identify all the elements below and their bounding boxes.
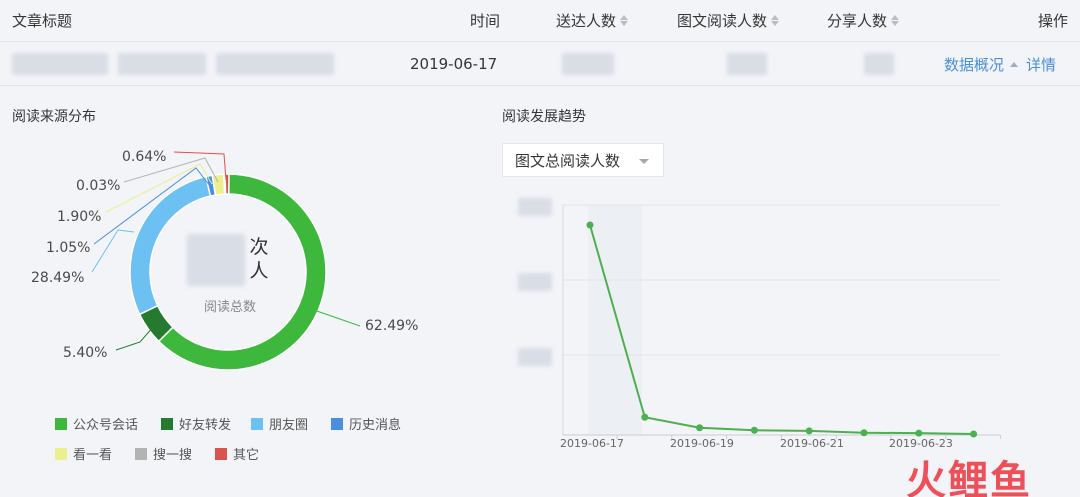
y-tick-redacted: [518, 348, 552, 366]
sort-icon[interactable]: [891, 15, 900, 26]
leader-line: [313, 309, 361, 327]
legend-item[interactable]: 其它: [215, 444, 259, 463]
row-shares-redacted: [864, 43, 894, 85]
data-point[interactable]: [641, 413, 649, 421]
legend-item[interactable]: 公众号会话: [55, 414, 138, 433]
row-date: 2019-06-17: [410, 55, 498, 73]
data-point[interactable]: [860, 429, 868, 437]
y-tick-redacted: [518, 273, 552, 291]
series-line: [589, 224, 974, 435]
legend-item[interactable]: 看一看: [55, 444, 112, 463]
data-point[interactable]: [970, 430, 978, 438]
pct-label: 0.03%: [76, 178, 121, 194]
overview-link[interactable]: 数据概况: [944, 54, 1004, 75]
legend-item[interactable]: 搜一搜: [135, 444, 192, 463]
trend-line-chart: [562, 204, 1002, 439]
y-tick-redacted: [518, 198, 552, 216]
x-tick-label: 2019-06-21: [780, 437, 844, 450]
header-shares-label: 分享人数: [827, 12, 888, 30]
data-point[interactable]: [696, 424, 704, 432]
legend-item[interactable]: 朋友圈: [251, 414, 308, 433]
pct-label: 1.05%: [46, 240, 91, 256]
pct-label: 0.64%: [122, 149, 167, 165]
collapse-caret-icon[interactable]: [1010, 61, 1019, 67]
data-point[interactable]: [750, 426, 758, 434]
pct-label: 62.49%: [365, 318, 419, 334]
pct-label: 1.90%: [57, 209, 102, 225]
header-delivered-sortable[interactable]: 送达人数: [556, 0, 629, 41]
table-header: 文章标题 时间 送达人数 图文阅读人数 分享人数 操作: [0, 0, 1080, 42]
legend-item[interactable]: 历史消息: [331, 414, 401, 433]
hover-band: [588, 205, 642, 435]
x-tick-label: 2019-06-19: [670, 437, 734, 450]
leader-line: [91, 229, 135, 273]
header-delivered-label: 送达人数: [556, 12, 617, 30]
header-time: 时间: [470, 12, 501, 30]
legend-item[interactable]: 好友转发: [161, 414, 231, 433]
article-title-redacted[interactable]: [12, 43, 334, 85]
data-point[interactable]: [586, 221, 594, 229]
sort-icon[interactable]: [620, 15, 629, 26]
table-row: 2019-06-17 数据概况 详情: [0, 43, 1080, 86]
row-reads-redacted: [727, 43, 767, 85]
dropdown-value: 图文总阅读人数: [515, 151, 621, 170]
sort-icon[interactable]: [771, 15, 780, 26]
data-point[interactable]: [805, 427, 813, 435]
metric-dropdown[interactable]: 图文总阅读人数: [502, 143, 664, 177]
center-label: 阅读总数: [203, 300, 256, 315]
x-tick-label: 2019-06-17: [560, 437, 624, 450]
header-title: 文章标题: [12, 12, 73, 30]
pct-label: 28.49%: [31, 270, 85, 286]
header-shares-sortable[interactable]: 分享人数: [827, 0, 900, 41]
header-reads-label: 图文阅读人数: [677, 12, 768, 30]
detail-link[interactable]: 详情: [1026, 54, 1056, 75]
data-point[interactable]: [915, 429, 923, 437]
trend-title: 阅读发展趋势: [502, 109, 586, 125]
total-reads-redacted: [187, 234, 245, 286]
header-actions: 操作: [1038, 12, 1069, 30]
chevron-down-icon: [639, 159, 649, 164]
row-actions: 数据概况 详情: [944, 43, 1056, 85]
pct-label: 5.40%: [63, 345, 108, 361]
center-unit: 次人: [249, 236, 269, 282]
header-reads-sortable[interactable]: 图文阅读人数: [677, 0, 780, 41]
watermark-logo: 火鲤鱼: [906, 457, 1032, 497]
row-delivered-redacted: [562, 43, 614, 85]
